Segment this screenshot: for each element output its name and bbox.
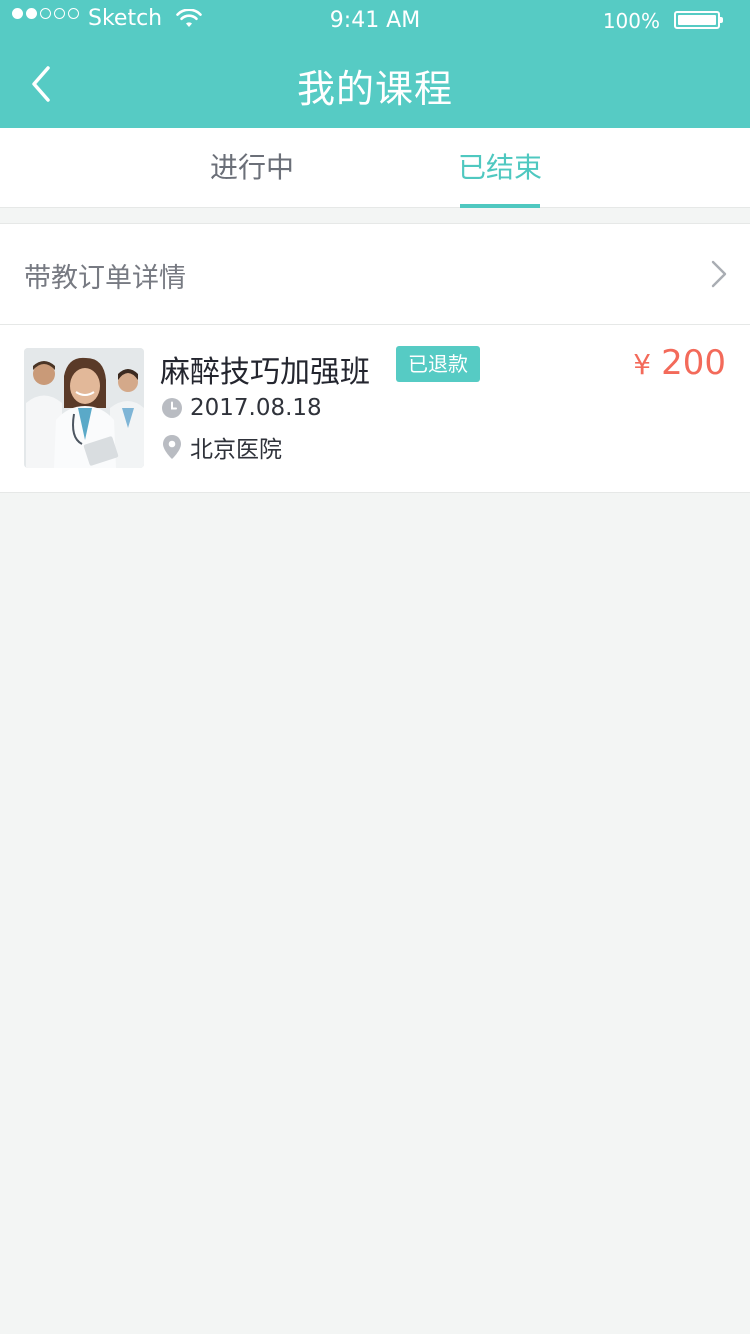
clock-icon bbox=[162, 398, 182, 418]
chevron-right-icon bbox=[711, 260, 727, 288]
order-detail-label: 带教订单详情 bbox=[24, 263, 186, 294]
course-thumbnail bbox=[24, 348, 144, 468]
tab-ended[interactable]: 已结束 bbox=[420, 146, 580, 208]
course-location-line: 北京医院 bbox=[162, 431, 282, 463]
tab-ongoing[interactable]: 进行中 bbox=[172, 146, 332, 208]
top-header: Sketch 9:41 AM 100% 我的课程 bbox=[0, 0, 750, 128]
currency-symbol: ¥ bbox=[633, 348, 652, 381]
active-tab-indicator bbox=[460, 204, 540, 208]
page-title: 我的课程 bbox=[296, 67, 453, 111]
status-badge: 已退款 bbox=[396, 346, 480, 382]
course-title: 麻醉技巧加强班 bbox=[160, 355, 370, 390]
course-date: 2017.08.18 bbox=[190, 395, 322, 421]
order-detail-row[interactable]: 带教订单详情 bbox=[0, 223, 750, 325]
course-list-item[interactable]: 麻醉技巧加强班 已退款 ¥200 2017.08.18 北京医院 bbox=[0, 325, 750, 493]
tab-bar: 进行中 已结束 bbox=[0, 128, 750, 208]
course-location: 北京医院 bbox=[190, 437, 282, 463]
price-value: 200 bbox=[661, 343, 726, 383]
battery-icon bbox=[674, 11, 723, 29]
course-date-line: 2017.08.18 bbox=[162, 392, 322, 424]
battery-percent: 100% bbox=[602, 9, 660, 33]
course-price: ¥200 bbox=[633, 343, 726, 383]
status-bar: Sketch 9:41 AM 100% bbox=[0, 0, 750, 40]
app-screen: Sketch 9:41 AM 100% 我的课程 进行中 已结束 带教订单详情 bbox=[0, 0, 750, 1334]
location-pin-icon bbox=[163, 435, 181, 459]
